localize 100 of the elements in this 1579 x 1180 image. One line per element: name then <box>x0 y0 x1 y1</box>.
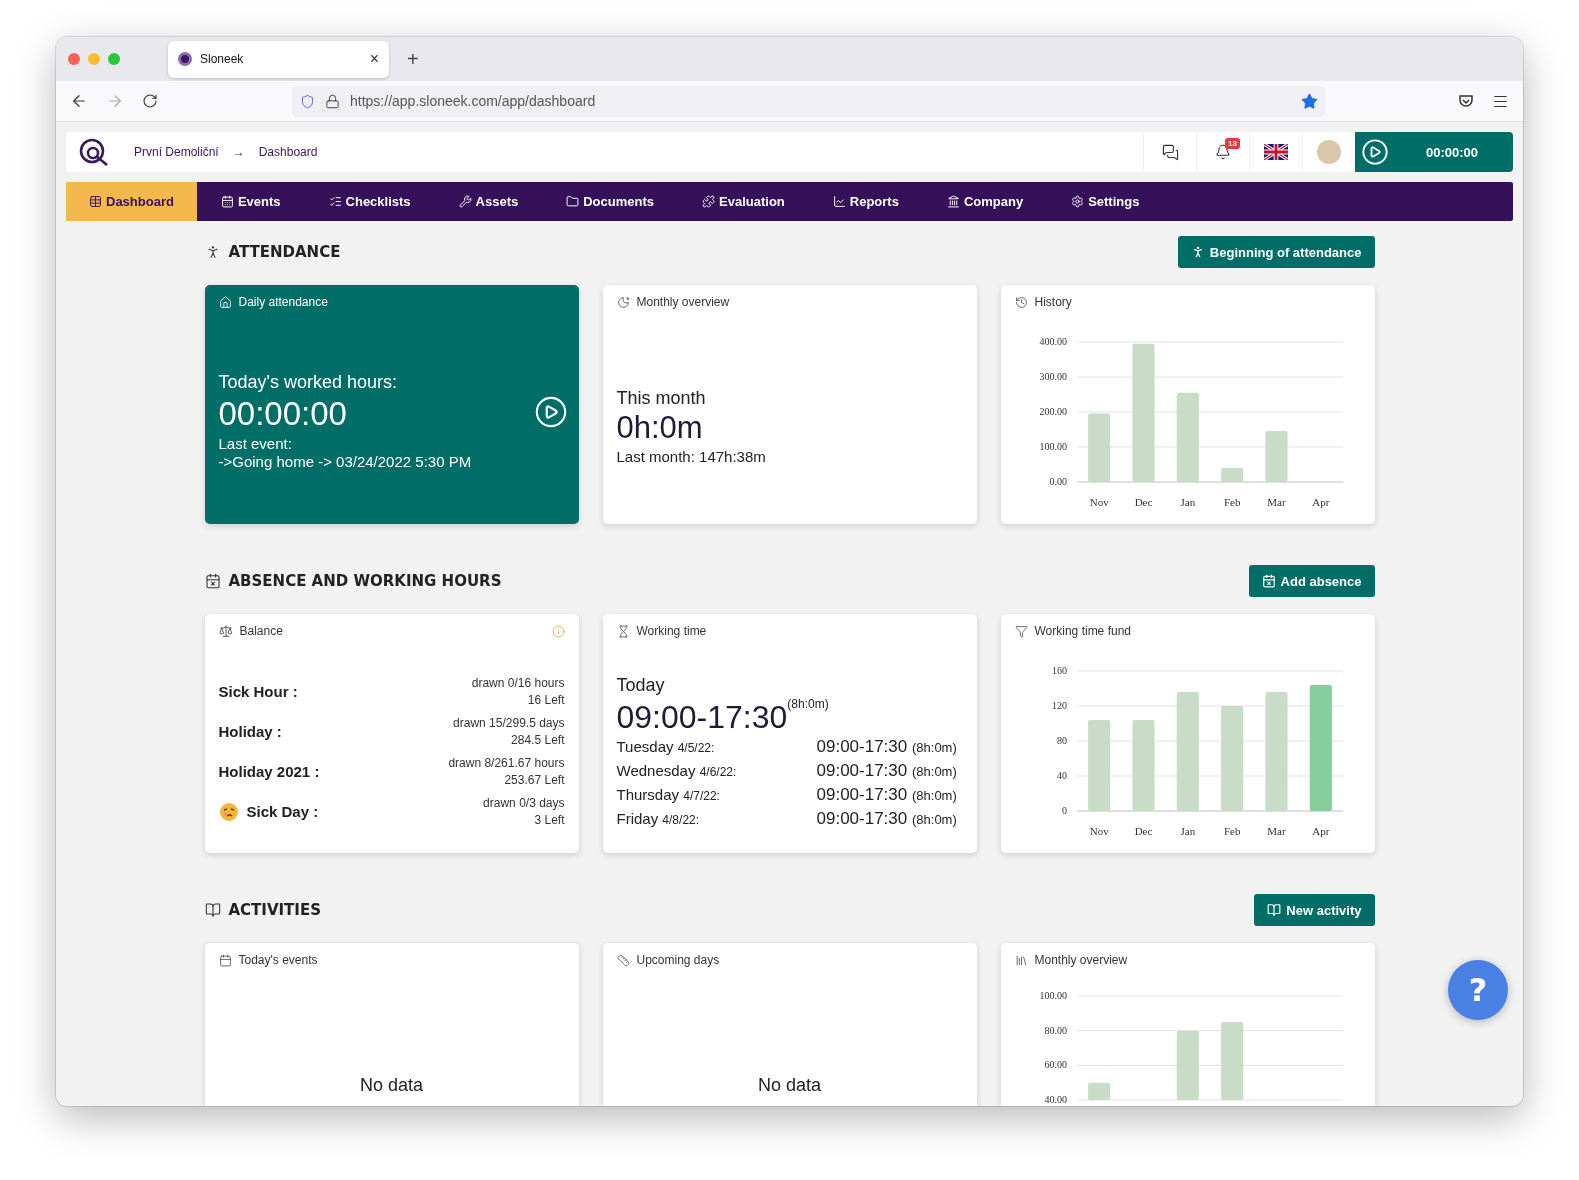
notification-bell-icon <box>1215 144 1231 160</box>
axis-tick-label: 80.00 <box>1044 1024 1067 1036</box>
logo-icon[interactable] <box>78 137 110 167</box>
card-title: Working time <box>636 624 708 638</box>
funnel-icon <box>1014 624 1028 638</box>
last-event-text: ->Going home -> 03/24/2022 5:30 PM <box>218 453 472 473</box>
chart-bar <box>1176 1030 1199 1100</box>
day-time-range: 09:00-17:30 (8h:0m) <box>816 760 957 781</box>
axis-category-label: Feb <box>1223 496 1240 508</box>
add-absence-button[interactable]: Add absence <box>1248 565 1375 597</box>
card-title: History <box>1034 295 1073 309</box>
this-month-value: 0h:0m <box>616 409 703 447</box>
nav-tab[interactable]: Events <box>196 182 305 221</box>
forward-icon <box>106 92 124 110</box>
axis-category-label: Jan <box>1180 825 1195 837</box>
drawn-amount: drawn 0/3 days <box>483 795 565 812</box>
section-title: ACTIVITIES <box>228 901 322 919</box>
history-icon <box>1014 295 1028 309</box>
axis-tick-label: 80 <box>1056 735 1067 746</box>
weekday-date-label: Friday 4/8/22: <box>616 809 701 827</box>
flag-icon[interactable] <box>1264 144 1288 160</box>
axis-tick-label: 300.00 <box>1039 371 1067 382</box>
axis-category-label: Dec <box>1134 825 1152 837</box>
bookmark-star-icon <box>1301 92 1318 110</box>
new-tab-button[interactable]: + <box>407 47 419 71</box>
book-icon <box>204 902 221 918</box>
browser-tab[interactable]: Sloneek × <box>168 40 389 78</box>
calendar-icon <box>218 953 232 967</box>
balance-type-label: Sick Day : <box>246 803 320 820</box>
line-chart-icon <box>832 195 846 208</box>
chart-bar <box>1264 430 1288 482</box>
tab-close-button[interactable]: × <box>369 50 379 68</box>
breadcrumb-link[interactable]: Dashboard <box>258 145 318 159</box>
axis-category-label: Apr <box>1311 496 1329 508</box>
drawn-amount: drawn 15/299.5 days <box>453 715 565 732</box>
remaining-amount: 3 Left <box>534 811 565 828</box>
day-time-range: 09:00-17:30 (8h:0m) <box>816 808 957 829</box>
axis-tick-label: 0.00 <box>1049 476 1067 487</box>
axis-category-label: Nov <box>1089 825 1109 837</box>
weekday-date-label: Tuesday 4/5/22: <box>616 737 716 755</box>
nav-tab[interactable]: Settings <box>1047 182 1164 221</box>
new-activity-button[interactable]: New activity <box>1254 894 1375 926</box>
chart-bar <box>1087 413 1110 482</box>
nav-tab[interactable]: Evaluation <box>678 182 809 221</box>
today-duration: (8h:0m) <box>787 696 829 712</box>
worked-hours-time: 00:00:00 <box>218 394 347 435</box>
axis-category-label: Mar <box>1266 825 1286 837</box>
moon-icon <box>616 295 630 309</box>
nav-tab[interactable]: Company <box>922 182 1048 221</box>
day-time-range: 09:00-17:30 (8h:0m) <box>816 736 957 757</box>
folder-icon <box>566 195 580 208</box>
card-title: Daily attendance <box>238 295 329 309</box>
nav-tab[interactable]: Reports <box>808 182 923 221</box>
nav-tab[interactable]: Checklists <box>304 182 435 221</box>
card-title: Today's events <box>238 953 319 967</box>
play-icon[interactable] <box>533 395 568 429</box>
shield-icon <box>300 93 315 109</box>
timer-button[interactable]: 00:00:00 <box>1355 132 1513 172</box>
axis-category-label: Dec <box>1134 496 1152 508</box>
axis-tick-label: 100.00 <box>1039 441 1067 452</box>
checklist-icon <box>328 195 342 208</box>
notification-count: 13 <box>1225 138 1240 149</box>
breadcrumb-separator: → <box>232 145 245 159</box>
beginning-of-attendance-button[interactable]: Beginning of attendance <box>1177 236 1375 268</box>
chart-bar <box>1087 1082 1110 1100</box>
axis-tick-label: 160 <box>1051 665 1067 676</box>
remaining-amount: 284.5 Left <box>511 731 565 748</box>
section-title: ATTENDANCE <box>228 243 342 261</box>
axis-tick-label: 40 <box>1056 770 1067 781</box>
play-icon <box>1361 138 1389 166</box>
axis-tick-label: 100.00 <box>1039 990 1067 1001</box>
settings-icon <box>1071 195 1085 208</box>
nav-tab[interactable]: Documents <box>542 182 679 221</box>
nav-tab[interactable]: Dashboard <box>66 182 197 221</box>
face-icon <box>218 801 239 822</box>
ruler-icon <box>616 953 630 967</box>
book-icon <box>1267 903 1282 917</box>
card-title: Monthly overview <box>1034 953 1129 967</box>
axis-category-label: Jan <box>1180 496 1195 508</box>
address-field[interactable]: https://app.sloneek.com/app/dashboard <box>292 85 1326 117</box>
balance-type-label: Holiday : <box>218 723 283 740</box>
balance-type-label: Sick Hour : <box>218 683 299 700</box>
favicon-icon <box>178 52 192 66</box>
grid-icon <box>89 195 102 208</box>
today-label: Today <box>616 674 665 697</box>
tab-title: Sloneek <box>200 52 245 66</box>
axis-category-label: Mar <box>1266 496 1286 508</box>
remaining-amount: 16 Left <box>527 691 565 708</box>
this-month-label: This month <box>616 386 706 409</box>
lock-icon <box>325 93 340 109</box>
help-button[interactable]: ? <box>1448 960 1508 1020</box>
breadcrumb-link[interactable]: První Demoliční <box>134 145 219 159</box>
calendar-x-icon <box>1261 574 1276 588</box>
weekday-date-label: Wednesday 4/6/22: <box>616 761 738 779</box>
axis-category-label: Feb <box>1223 825 1240 837</box>
drawn-amount: drawn 0/16 hours <box>471 675 565 692</box>
chat-icon <box>1161 143 1179 161</box>
weekday-date-label: Thursday 4/7/22: <box>616 785 721 803</box>
nav-tab[interactable]: Assets <box>434 182 543 221</box>
house-icon <box>218 295 232 309</box>
